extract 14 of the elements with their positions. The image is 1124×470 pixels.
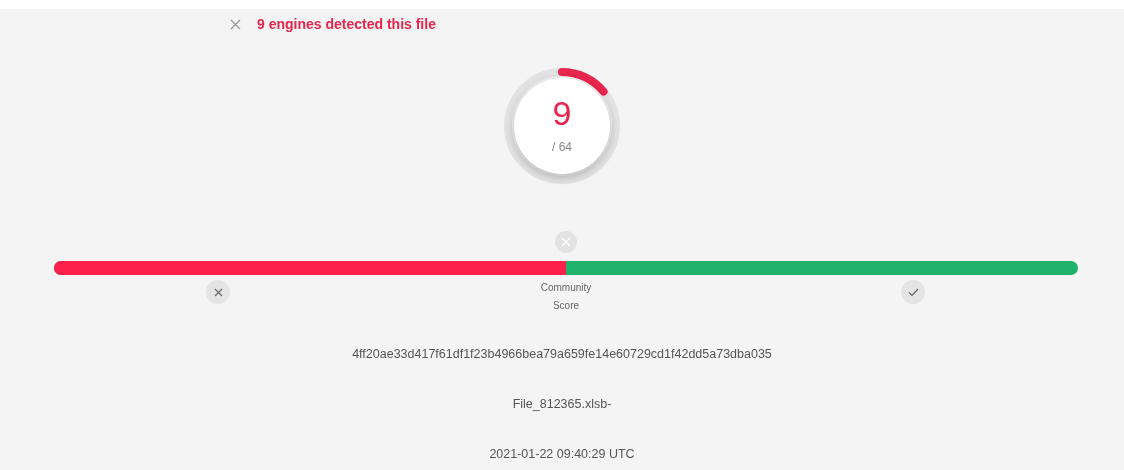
gauge-arc (558, 68, 608, 96)
score-handle[interactable] (555, 231, 577, 253)
detection-title: 9 engines detected this file (257, 14, 436, 34)
close-icon[interactable] (230, 18, 241, 30)
file-name: File_812365.xlsb- (512, 395, 612, 413)
scan-date: 2021-01-22 09:40:29 UTC (489, 445, 635, 463)
community-score-label: Community Score (539, 281, 593, 313)
check-icon (907, 287, 919, 297)
file-hash: 4ff20ae33d417f61df1f23b4966bea79a659fe14e60729cd1f42dd5a73dba035 (352, 346, 772, 363)
close-icon (213, 287, 223, 297)
detection-count: 9 (551, 96, 573, 130)
engine-total: / 64 (551, 139, 573, 156)
vote-malicious-button[interactable] (206, 280, 230, 304)
vote-harmless-button[interactable] (901, 280, 925, 304)
